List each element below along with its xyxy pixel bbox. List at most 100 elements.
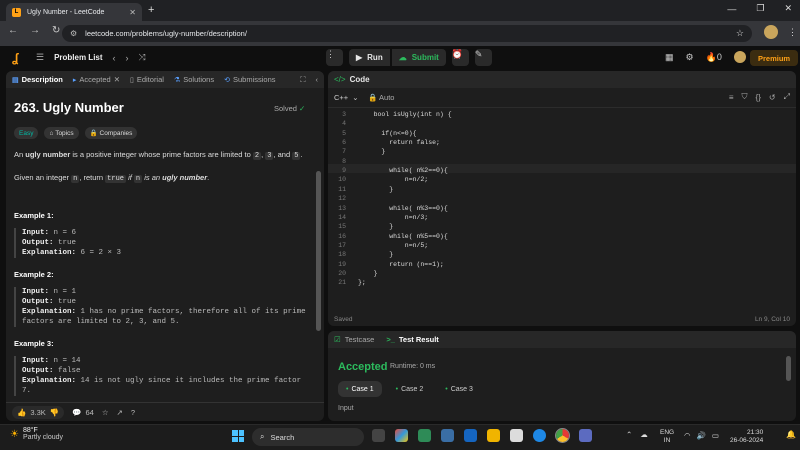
code-line[interactable]: return false; [358, 139, 440, 146]
tab-submissions[interactable]: ⟲ Submissions [224, 75, 275, 84]
forward-icon[interactable]: → [30, 25, 40, 36]
code-line[interactable]: return (n==1); [358, 261, 444, 268]
shuffle-icon[interactable]: ⤨ [139, 52, 146, 63]
list-icon[interactable]: ☰ [36, 52, 44, 63]
language-select[interactable]: C++ ⌄ [334, 93, 358, 102]
profile-avatar[interactable] [764, 25, 778, 39]
code-editor[interactable]: 3 bool isUgly(int n) {4 5 if(n<=0){6 retu… [328, 109, 796, 313]
layout-grid-icon[interactable]: ▦ [665, 52, 674, 63]
browser-tab[interactable]: L Ugly Number - LeetCode ✕ [6, 3, 142, 21]
reset-icon[interactable]: ↺ [769, 93, 776, 102]
cloud-icon[interactable]: ☁ [640, 430, 648, 439]
timer-button[interactable]: ⏰ [451, 49, 469, 66]
task-view-icon[interactable] [372, 429, 385, 442]
code-line[interactable]: } [358, 270, 378, 277]
code-line[interactable]: }; [358, 279, 366, 286]
code-line[interactable]: while( n%3==0){ [358, 205, 448, 212]
minimize-icon[interactable]: — [727, 4, 736, 14]
url-text[interactable]: leetcode.com/problems/ugly-number/descri… [85, 29, 728, 38]
code-line[interactable]: n=n/2; [358, 176, 428, 183]
bookmark-star-icon[interactable]: ☆ [736, 28, 744, 39]
share-icon[interactable]: ↗ [117, 408, 123, 417]
weather-widget[interactable]: ☀ 88°F Partly cloudy [10, 427, 63, 441]
next-problem-icon[interactable]: › [126, 53, 129, 63]
help-icon[interactable]: ? [131, 408, 135, 417]
like-button[interactable]: 👍 3.3K 👎 [12, 405, 65, 419]
reload-icon[interactable]: ↻ [52, 25, 60, 36]
omnibox[interactable]: ⚙ leetcode.com/problems/ugly-number/desc… [62, 25, 752, 42]
site-info-icon[interactable]: ⚙ [70, 29, 77, 38]
problem-task: Given an integer n, return true if n is … [14, 172, 308, 185]
status-icons[interactable]: ◠ 🔊 ▭ [684, 431, 719, 440]
tab-description[interactable]: ▤ Description [12, 75, 63, 84]
clock[interactable]: 21:30 26-06-2024 [730, 429, 763, 445]
menu-dots-icon[interactable]: ⋮ [788, 27, 797, 38]
app-icon[interactable] [464, 429, 477, 442]
app-icon[interactable] [418, 429, 431, 442]
code-line[interactable]: if(n<=0){ [358, 130, 416, 137]
tab-accepted[interactable]: ▸ Accepted ✕ [73, 75, 120, 84]
braces-icon[interactable]: {} [756, 93, 761, 102]
format-icon[interactable]: ≡ [729, 93, 734, 102]
new-tab-button[interactable]: + [148, 4, 154, 16]
input-language[interactable]: ENG IN [660, 429, 674, 445]
example-heading: Example 2: [14, 270, 54, 279]
fullscreen-icon[interactable]: ⤢ [784, 92, 790, 102]
chevron-up-icon[interactable]: ⌃ [626, 430, 632, 439]
comments-button[interactable]: 💬 64 [72, 408, 94, 417]
companies-chip[interactable]: 🔒 Companies [84, 127, 138, 139]
back-icon[interactable]: ← [8, 25, 18, 36]
close-tab-icon[interactable]: ✕ [129, 8, 136, 17]
code-line[interactable]: } [358, 223, 393, 230]
tab-editorial[interactable]: ▯ Editorial [130, 75, 164, 84]
app-icon[interactable] [441, 429, 454, 442]
case-tab[interactable]: • Case 2 [388, 381, 432, 397]
run-button[interactable]: ▶ Run [349, 49, 390, 66]
chrome-icon[interactable] [555, 428, 570, 443]
notification-bell-icon[interactable]: 🔔 [786, 430, 796, 439]
scrollbar[interactable] [316, 171, 321, 331]
app-icon[interactable] [395, 429, 408, 442]
streak-fire-icon[interactable]: 🔥0 [706, 52, 722, 63]
code-line[interactable]: bool isUgly(int n) { [358, 111, 452, 118]
expand-icon[interactable]: ⛶ [300, 75, 305, 85]
code-line[interactable]: while( n%2==0){ [358, 167, 448, 174]
tab-test-result[interactable]: >_ Test Result [386, 335, 438, 344]
app-icon[interactable] [579, 429, 592, 442]
code-line[interactable]: n=n/3; [358, 214, 428, 221]
code-line[interactable]: } [358, 186, 393, 193]
thumbs-down-icon[interactable]: 👎 [50, 408, 59, 417]
edge-icon[interactable] [533, 429, 546, 442]
case-tab[interactable]: • Case 1 [338, 381, 382, 397]
code-line[interactable]: } [358, 148, 385, 155]
submit-button[interactable]: ☁ Submit [391, 49, 446, 66]
problem-title[interactable]: 263. Ugly Number [14, 100, 308, 115]
settings-icon[interactable]: ⚙ [686, 52, 694, 63]
prev-problem-icon[interactable]: ‹ [113, 53, 116, 63]
problem-list-link[interactable]: Problem List [54, 53, 102, 62]
notes-button[interactable]: ✎ [474, 49, 492, 66]
debug-button[interactable]: ⋮ [326, 49, 343, 66]
topics-chip[interactable]: ⌂ Topics [44, 127, 79, 139]
file-explorer-icon[interactable] [487, 429, 500, 442]
user-avatar[interactable] [733, 51, 746, 63]
close-window-icon[interactable]: ✕ [784, 3, 792, 14]
bookmark-icon[interactable]: ⛉ [742, 92, 748, 102]
case-tab[interactable]: • Case 3 [437, 381, 481, 397]
code-line[interactable]: n=n/5; [358, 242, 428, 249]
close-icon[interactable]: ✕ [114, 75, 120, 84]
premium-button[interactable]: Premium [750, 50, 799, 66]
star-icon[interactable]: ☆ [102, 408, 109, 417]
code-line[interactable]: } [358, 251, 393, 258]
auto-mode-toggle[interactable]: 🔒 Auto [368, 93, 394, 102]
windows-start-icon[interactable] [232, 430, 244, 442]
store-icon[interactable] [510, 429, 523, 442]
taskbar-search[interactable]: ⌕ Search [252, 428, 364, 446]
scrollbar[interactable] [786, 356, 791, 381]
collapse-icon[interactable]: ‹ [316, 75, 319, 84]
maximize-icon[interactable]: ❐ [756, 3, 764, 14]
code-line[interactable]: while( n%5==0){ [358, 233, 448, 240]
tab-solutions[interactable]: ⚗ Solutions [174, 75, 214, 84]
tab-testcase[interactable]: ☑ Testcase [334, 335, 374, 344]
leetcode-logo-icon[interactable]: ʆ [12, 51, 18, 65]
